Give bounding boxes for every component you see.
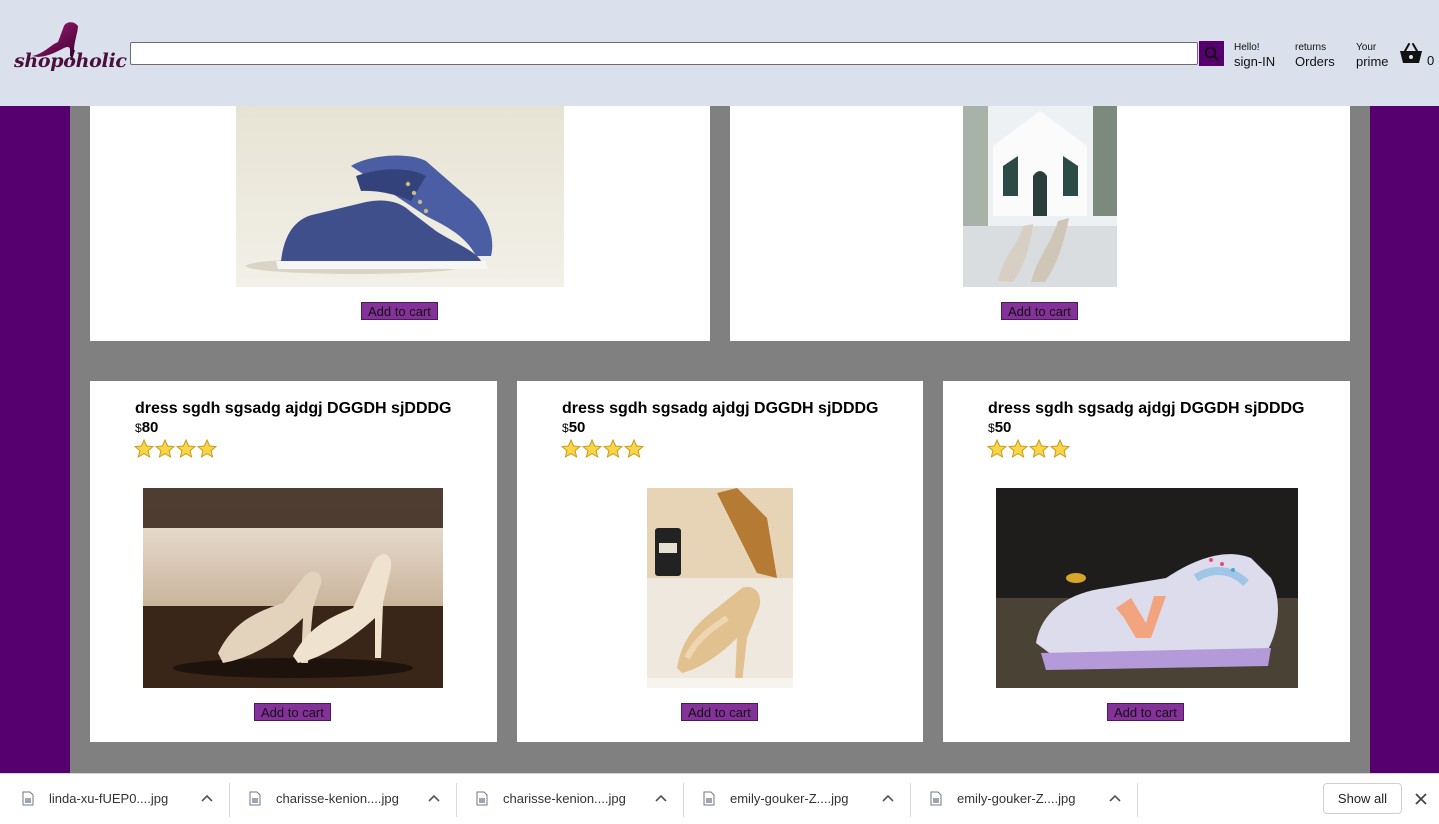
chevron-up-icon[interactable] (655, 794, 667, 802)
image-file-icon (22, 791, 34, 806)
nav-prime-line2: prime (1356, 54, 1389, 69)
price-value: 80 (141, 419, 159, 436)
nav-sign-in-line1: Hello! (1234, 42, 1260, 53)
download-item[interactable]: emily-gouker-Z....jpg (681, 774, 908, 824)
currency-symbol: $ (562, 421, 569, 435)
product-card: dress sgdh sgsadg ajdgj DGGDH sjDDDG $50… (943, 381, 1350, 742)
download-item[interactable]: charisse-kenion....jpg (227, 774, 454, 824)
star-icon (582, 439, 602, 459)
product-title: dress sgdh sgsadg ajdgj DGGDH sjDDDG (988, 400, 1305, 417)
glitter-gold-heels-image (647, 488, 793, 688)
chevron-up-icon[interactable] (201, 794, 213, 802)
image-file-icon (930, 791, 942, 806)
product-price: $50 (988, 419, 1011, 436)
currency-symbol: $ (135, 421, 142, 435)
logo-text: shopoholic (14, 50, 127, 72)
product-title: dress sgdh sgsadg ajdgj DGGDH sjDDDG (135, 400, 452, 417)
star-icon (1008, 439, 1028, 459)
star-rating (987, 439, 1070, 459)
nav-orders-line1: returns (1295, 42, 1327, 53)
product-image[interactable] (143, 488, 443, 688)
nav-prime-line1: Your (1356, 42, 1377, 53)
nude-pumps-image (143, 488, 443, 688)
nav-sign-in-line2: sign-IN (1234, 54, 1276, 69)
star-icon (197, 439, 217, 459)
show-all-button[interactable]: Show all (1323, 783, 1402, 814)
basket-button[interactable] (1399, 42, 1423, 64)
star-icon (603, 439, 623, 459)
product-card: dress sgdh sgsadg ajdgj DGGDH sjDDDG $80… (90, 381, 497, 742)
search-icon (1204, 46, 1219, 61)
image-file-icon (476, 791, 488, 806)
star-icon (1050, 439, 1070, 459)
product-image[interactable] (996, 488, 1298, 688)
nav-orders[interactable]: returns Orders (1295, 42, 1335, 70)
star-rating (134, 439, 217, 459)
chevron-up-icon[interactable] (1109, 794, 1121, 802)
download-filename: emily-gouker-Z....jpg (957, 791, 1076, 806)
star-icon (1029, 439, 1049, 459)
star-icon (624, 439, 644, 459)
downloads-bar: linda-xu-fUEP0....jpg charisse-kenion...… (0, 773, 1439, 824)
star-icon (561, 439, 581, 459)
glitter-heels-image (963, 106, 1117, 287)
product-image[interactable] (963, 106, 1117, 287)
download-filename: charisse-kenion....jpg (276, 791, 399, 806)
blue-sneakers-image (236, 106, 564, 287)
product-image[interactable] (647, 488, 793, 688)
divider (1137, 783, 1138, 817)
shopoholic-logo[interactable]: shopoholic (14, 20, 127, 84)
chevron-up-icon[interactable] (428, 794, 440, 802)
add-to-cart-button[interactable]: Add to cart (681, 703, 758, 721)
add-to-cart-button[interactable]: Add to cart (1107, 703, 1184, 721)
download-filename: emily-gouker-Z....jpg (730, 791, 849, 806)
image-file-icon (703, 791, 715, 806)
star-icon (176, 439, 196, 459)
product-card: Add to cart (90, 100, 710, 341)
new-balance-sneakers-image (996, 488, 1298, 688)
nav-prime[interactable]: Your prime (1356, 42, 1389, 70)
product-title: dress sgdh sgsadg ajdgj DGGDH sjDDDG (562, 400, 879, 417)
price-value: 50 (994, 419, 1012, 436)
product-image[interactable] (236, 106, 564, 287)
product-price: $50 (562, 419, 585, 436)
product-area: Add to cart Add to cart dress sgdh sgsad… (70, 0, 1370, 823)
nav-orders-line2: Orders (1295, 54, 1335, 69)
price-value: 50 (568, 419, 586, 436)
add-to-cart-button[interactable]: Add to cart (254, 703, 331, 721)
image-file-icon (249, 791, 261, 806)
product-price: $80 (135, 419, 158, 436)
chevron-up-icon[interactable] (882, 794, 894, 802)
star-icon (155, 439, 175, 459)
star-icon (134, 439, 154, 459)
download-filename: charisse-kenion....jpg (503, 791, 626, 806)
download-filename: linda-xu-fUEP0....jpg (49, 791, 169, 806)
add-to-cart-button[interactable]: Add to cart (1001, 302, 1078, 320)
currency-symbol: $ (988, 421, 995, 435)
header: shopoholic Hello! sign-IN returns Orders… (0, 0, 1439, 106)
add-to-cart-button[interactable]: Add to cart (361, 302, 438, 320)
shopping-basket-icon (1400, 43, 1422, 63)
star-icon (987, 439, 1007, 459)
nav-sign-in[interactable]: Hello! sign-IN (1234, 42, 1275, 70)
download-item[interactable]: charisse-kenion....jpg (454, 774, 681, 824)
download-item[interactable]: linda-xu-fUEP0....jpg (0, 774, 227, 824)
product-card: dress sgdh sgsadg ajdgj DGGDH sjDDDG $50… (517, 381, 923, 742)
search-button[interactable] (1199, 41, 1224, 66)
basket-count: 0 (1427, 53, 1435, 68)
download-item[interactable]: emily-gouker-Z....jpg (908, 774, 1135, 824)
search-input[interactable] (130, 42, 1198, 65)
star-rating (561, 439, 644, 459)
product-card: Add to cart (730, 100, 1350, 341)
close-icon[interactable] (1414, 792, 1428, 806)
